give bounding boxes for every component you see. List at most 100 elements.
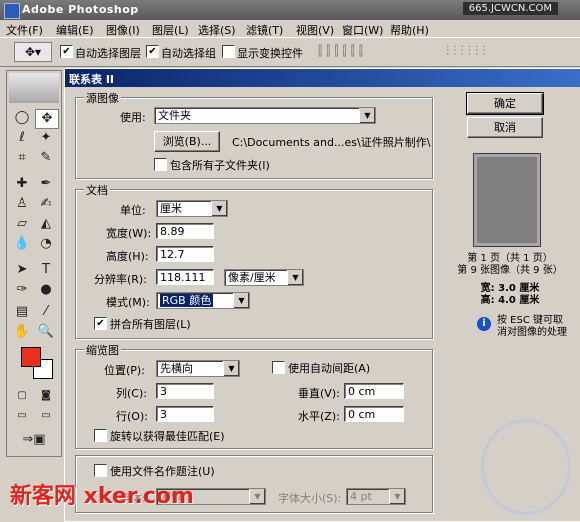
menu-view[interactable]: 视图(V) (296, 22, 334, 38)
crop-tool-icon[interactable]: ⌗ (11, 149, 33, 167)
font-size-select[interactable]: 4 pt ▼ (346, 488, 406, 505)
unit-label: 单位: (120, 204, 146, 217)
chevron-down-icon: ▼ (287, 270, 303, 285)
chevron-down-icon: ▼ (249, 489, 265, 504)
standard-mode-icon[interactable]: ▢ (11, 387, 33, 405)
use-select[interactable]: 文件夹 ▼ (154, 107, 376, 124)
blur-tool-icon[interactable]: 💧 (11, 235, 33, 253)
type-tool-icon[interactable]: T (35, 261, 57, 279)
resolution-input[interactable]: 118.111 (156, 269, 214, 285)
info-icon: i (477, 317, 491, 331)
rows-input[interactable]: 3 (156, 406, 214, 422)
auto-select-layer-label: 自动选择图层 (75, 47, 141, 60)
options-bar: ✥▾ ✔ 自动选择图层 ✔ 自动选择组 显示变换控件 ⫿⫿⫿⫿⫿⫿ ⫶⫶⫶⫶⫶⫶ (0, 37, 580, 67)
browse-button[interactable]: 浏览(B)... (154, 131, 220, 152)
site-watermark: 665.JCWCN.COM (462, 2, 558, 15)
chevron-down-icon: ▼ (389, 489, 405, 504)
screen-mode-2-icon[interactable]: ▭ (35, 407, 57, 425)
marquee-tool-icon[interactable]: ◯ (11, 109, 33, 127)
chevron-down-icon: ▼ (223, 361, 239, 376)
menu-help[interactable]: 帮助(H) (390, 22, 429, 38)
healing-brush-icon[interactable]: ✚ (11, 175, 33, 193)
menu-window[interactable]: 窗口(W) (342, 22, 383, 38)
dialog-title: 联系表 II (69, 73, 115, 86)
menu-layer[interactable]: 图层(L) (152, 22, 189, 38)
include-subfolders-label: 包含所有子文件夹(I) (170, 159, 270, 172)
document-group: 文档 单位: 厘米 ▼ 宽度(W): 8.89 高度(H): 12.7 分辨率(R… (75, 182, 433, 339)
mode-label: 模式(M): (106, 296, 150, 309)
eyedropper-icon[interactable]: ⁄ (35, 303, 57, 321)
pen-tool-icon[interactable]: ✑ (11, 281, 33, 299)
horizontal-label: 水平(Z): (298, 410, 340, 423)
history-brush-icon[interactable]: ✍ (35, 195, 57, 213)
move-tool-icon[interactable]: ✥ (35, 109, 59, 129)
magic-wand-icon[interactable]: ✦ (35, 129, 57, 147)
screen-mode-1-icon[interactable]: ▭ (11, 407, 33, 425)
distribute-buttons-icon[interactable]: ⫶⫶⫶⫶⫶⫶ (446, 44, 576, 60)
height-input[interactable]: 12.7 (156, 246, 214, 262)
page-count: 第 1 页（共 1 页） (467, 253, 553, 264)
resolution-unit-select[interactable]: 像素/厘米 ▼ (224, 269, 304, 286)
image-count: 第 9 张图像（共 9 张） (457, 265, 563, 276)
thumb-width: 宽: 3.0 厘米 (480, 283, 540, 294)
shape-tool-icon[interactable]: ● (35, 281, 57, 299)
flatten-layers-checkbox[interactable]: ✔ (94, 317, 107, 330)
show-transform-checkbox[interactable] (222, 45, 235, 58)
dodge-tool-icon[interactable]: ◔ (35, 235, 57, 253)
notes-tool-icon[interactable]: ▤ (11, 303, 33, 321)
font-size-label: 字体大小(S): (278, 492, 342, 505)
rotate-checkbox[interactable] (94, 429, 107, 442)
auto-select-group-checkbox[interactable]: ✔ (146, 45, 159, 58)
unit-select[interactable]: 厘米 ▼ (156, 200, 228, 217)
clone-stamp-icon[interactable]: ♙ (11, 195, 33, 213)
hand-tool-icon[interactable]: ✋ (11, 323, 33, 341)
thumbnails-title: 缩览图 (84, 342, 121, 358)
slice-tool-icon[interactable]: ✎ (35, 149, 57, 167)
wing-logo-icon (481, 419, 571, 515)
place-label: 位置(P): (104, 364, 145, 377)
mode-select[interactable]: RGB 颜色 ▼ (156, 292, 250, 309)
chevron-down-icon: ▼ (211, 201, 227, 216)
app-title: Adobe Photoshop (22, 3, 139, 16)
use-label: 使用: (120, 111, 146, 124)
vertical-label: 垂直(V): (298, 387, 340, 400)
app-titlebar: Adobe Photoshop 665.JCWCN.COM (0, 0, 580, 20)
rotate-label: 旋转以获得最佳匹配(E) (110, 430, 225, 443)
horizontal-input[interactable]: 0 cm (344, 406, 404, 422)
toolbox: ◯ ✥ ℓ ✦ ⌗ ✎ ✚ ✒ ♙ ✍ ▱ ◭ 💧 ◔ ➤ T ✑ ● ▤ ⁄ … (6, 70, 62, 457)
width-input[interactable]: 8.89 (156, 223, 214, 239)
use-filename-checkbox[interactable] (94, 464, 107, 477)
source-images-group: 源图像 使用: 文件夹 ▼ 浏览(B)... C:\Documents and..… (75, 90, 433, 179)
vertical-input[interactable]: 0 cm (344, 383, 404, 399)
paint-bucket-icon[interactable]: ◭ (35, 215, 57, 233)
columns-input[interactable]: 3 (156, 383, 214, 399)
esc-hint: 按 ESC 键可取消对图像的处理 (497, 315, 567, 338)
zoom-tool-icon[interactable]: 🔍 (35, 323, 57, 341)
auto-select-layer-checkbox[interactable]: ✔ (60, 45, 73, 58)
brush-tool-icon[interactable]: ✒ (35, 175, 57, 193)
height-label: 高度(H): (106, 250, 149, 263)
source-images-title: 源图像 (84, 90, 121, 106)
eraser-tool-icon[interactable]: ▱ (11, 215, 33, 233)
path-select-icon[interactable]: ➤ (11, 261, 33, 279)
show-transform-label: 显示变换控件 (237, 47, 303, 60)
menu-filter[interactable]: 滤镜(T) (246, 22, 283, 38)
menu-select[interactable]: 选择(S) (198, 22, 236, 38)
cancel-button[interactable]: 取消 (467, 117, 543, 138)
photoshop-logo-icon (4, 3, 20, 19)
lasso-tool-icon[interactable]: ℓ (11, 129, 33, 147)
site-watermark-bottom: 新客网 xker.com (10, 484, 194, 509)
place-select[interactable]: 先横向 ▼ (156, 360, 240, 377)
menu-file[interactable]: 文件(F) (6, 22, 43, 38)
menu-edit[interactable]: 编辑(E) (56, 22, 94, 38)
quickmask-mode-icon[interactable]: ◙ (35, 387, 57, 405)
document-title: 文档 (84, 182, 110, 198)
align-buttons-icon[interactable]: ⫿⫿⫿⫿⫿⫿ (318, 44, 438, 60)
auto-spacing-checkbox[interactable] (272, 361, 285, 374)
include-subfolders-checkbox[interactable] (154, 158, 167, 171)
ok-button[interactable]: 确定 (466, 92, 544, 115)
jump-to-imageready-icon[interactable]: ⇒▣ (11, 431, 57, 449)
menu-image[interactable]: 图像(I) (106, 22, 140, 38)
move-tool-preset-icon[interactable]: ✥▾ (14, 42, 52, 62)
auto-spacing-label: 使用自动间距(A) (288, 362, 371, 375)
